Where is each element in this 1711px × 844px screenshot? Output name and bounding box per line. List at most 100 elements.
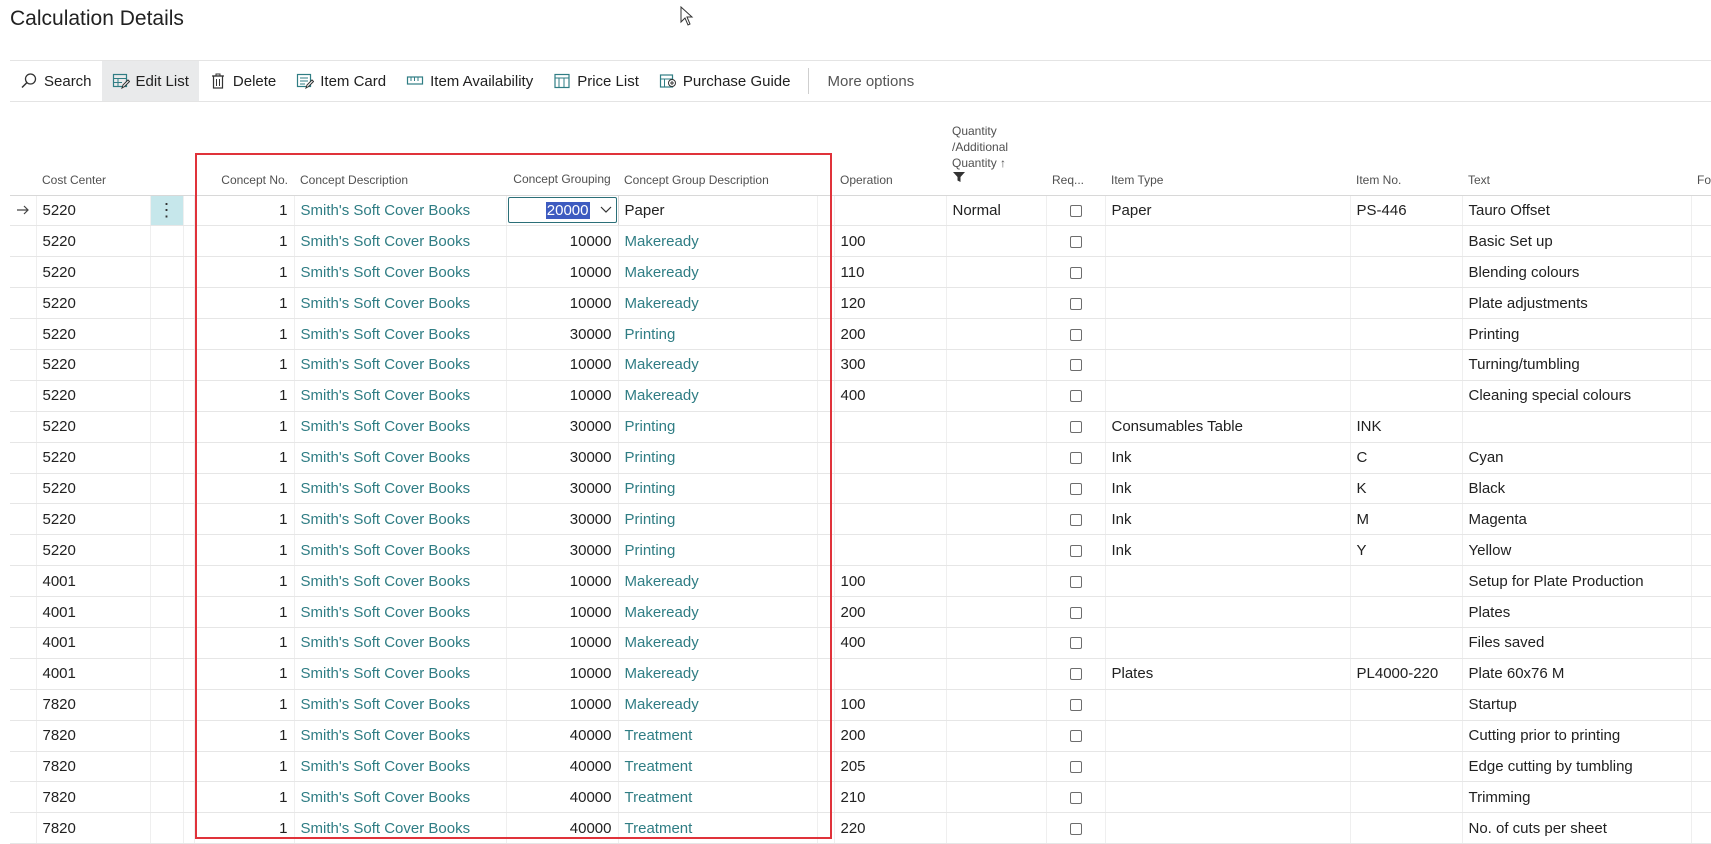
concept-group-description-cell[interactable]: Treatment xyxy=(618,720,818,752)
text-cell[interactable]: Cyan xyxy=(1462,442,1692,474)
concept-grouping-cell[interactable]: 40000 xyxy=(506,720,619,752)
concept-description-cell[interactable]: Smith's Soft Cover Books xyxy=(294,781,507,814)
req-checkbox[interactable] xyxy=(1069,266,1082,279)
item-type-cell[interactable]: Ink xyxy=(1105,442,1351,474)
concept-grouping-cell[interactable]: 30000 xyxy=(506,411,619,443)
text-cell[interactable]: Startup xyxy=(1462,689,1692,721)
concept-description-cell[interactable]: Smith's Soft Cover Books xyxy=(294,596,507,628)
concept-grouping-cell[interactable]: 40000 xyxy=(506,781,619,814)
quantity-cell[interactable] xyxy=(946,565,1047,598)
cost-center-cell[interactable]: 7820 xyxy=(36,812,151,844)
item-no-cell[interactable] xyxy=(1350,565,1463,598)
cost-center-cell[interactable]: 5220 xyxy=(36,534,151,567)
item-no-cell[interactable] xyxy=(1350,380,1463,412)
concept-grouping-cell[interactable]: 10000 xyxy=(506,225,619,258)
req-checkbox[interactable] xyxy=(1069,761,1082,773)
operation-cell[interactable] xyxy=(834,658,947,690)
item-type-cell[interactable] xyxy=(1105,689,1351,721)
operation-cell[interactable] xyxy=(834,442,947,474)
quantity-cell[interactable] xyxy=(946,627,1047,659)
concept-grouping-cell[interactable]: 10000 xyxy=(506,349,619,381)
operation-cell[interactable]: 200 xyxy=(834,720,947,752)
concept-grouping-cell[interactable]: 10000 xyxy=(506,689,619,721)
req-cell[interactable] xyxy=(1046,781,1106,814)
concept-grouping-cell[interactable]: 10000 xyxy=(506,565,619,598)
concept-no-cell[interactable]: 1 xyxy=(194,596,295,628)
quantity-cell[interactable] xyxy=(946,503,1047,536)
item-no-cell[interactable]: PL4000-220 xyxy=(1350,658,1463,690)
req-cell[interactable] xyxy=(1046,596,1106,628)
quantity-cell[interactable] xyxy=(946,689,1047,721)
concept-description-cell[interactable]: Smith's Soft Cover Books xyxy=(294,658,507,690)
column-header-quantity[interactable]: Quantity /Additional Quantity ↑ xyxy=(946,110,1046,196)
req-cell[interactable] xyxy=(1046,225,1106,258)
concept-group-description-cell[interactable]: Makeready xyxy=(618,225,818,258)
concept-grouping-cell[interactable]: 20000 xyxy=(506,195,619,227)
text-cell[interactable]: Magenta xyxy=(1462,503,1692,536)
operation-cell[interactable]: 120 xyxy=(834,287,947,320)
concept-no-cell[interactable]: 1 xyxy=(194,256,295,289)
operation-cell[interactable]: 400 xyxy=(834,380,947,412)
req-cell[interactable] xyxy=(1046,658,1106,690)
concept-group-description-cell[interactable]: Paper xyxy=(618,195,818,227)
table-row[interactable]: 5220 1 Smith's Soft Cover Books 10000 Makere… xyxy=(10,380,1711,412)
column-header-concept-description[interactable]: Concept Description xyxy=(294,110,506,196)
quantity-cell[interactable] xyxy=(946,473,1047,505)
quantity-cell[interactable] xyxy=(946,411,1047,443)
more-vertical-icon[interactable]: ⋮ xyxy=(158,200,176,220)
req-checkbox[interactable] xyxy=(1069,637,1082,650)
text-cell[interactable]: Black xyxy=(1462,473,1692,505)
operation-cell[interactable] xyxy=(834,473,947,505)
operation-cell[interactable] xyxy=(834,503,947,536)
item-type-cell[interactable] xyxy=(1105,256,1351,289)
operation-cell[interactable]: 110 xyxy=(834,256,947,289)
text-cell[interactable] xyxy=(1462,411,1692,443)
item-type-cell[interactable] xyxy=(1105,287,1351,320)
table-row[interactable]: 5220 1 Smith's Soft Cover Books 10000 Makere… xyxy=(10,349,1711,381)
concept-group-description-cell[interactable]: Printing xyxy=(618,318,818,350)
req-checkbox[interactable] xyxy=(1069,482,1082,495)
row-menu-cell[interactable]: ⋮ xyxy=(150,195,184,227)
concept-description-cell[interactable]: Smith's Soft Cover Books xyxy=(294,380,507,412)
concept-no-cell[interactable]: 1 xyxy=(194,442,295,474)
cost-center-cell[interactable]: 5220 xyxy=(36,411,151,443)
cost-center-cell[interactable]: 5220 xyxy=(36,195,151,227)
table-row[interactable]: 7820 1 Smith's Soft Cover Books 40000 Treatm… xyxy=(10,781,1711,814)
concept-grouping-cell[interactable]: 30000 xyxy=(506,318,619,350)
req-cell[interactable] xyxy=(1046,689,1106,721)
concept-no-cell[interactable]: 1 xyxy=(194,287,295,320)
item-no-cell[interactable] xyxy=(1350,349,1463,381)
req-checkbox[interactable] xyxy=(1069,699,1082,712)
concept-description-cell[interactable]: Smith's Soft Cover Books xyxy=(294,442,507,474)
text-cell[interactable]: Printing xyxy=(1462,318,1692,350)
item-no-cell[interactable]: K xyxy=(1350,473,1463,505)
operation-cell[interactable]: 400 xyxy=(834,627,947,659)
concept-grouping-cell[interactable]: 10000 xyxy=(506,627,619,659)
quantity-cell[interactable] xyxy=(946,380,1047,412)
text-cell[interactable]: Cleaning special colours xyxy=(1462,380,1692,412)
req-cell[interactable] xyxy=(1046,565,1106,598)
text-cell[interactable]: Setup for Plate Production xyxy=(1462,565,1692,598)
concept-grouping-cell[interactable]: 30000 xyxy=(506,473,619,505)
concept-grouping-select[interactable]: 20000 xyxy=(507,197,617,224)
cost-center-cell[interactable]: 5220 xyxy=(36,287,151,320)
text-cell[interactable]: Files saved xyxy=(1462,627,1692,659)
quantity-cell[interactable] xyxy=(946,287,1047,320)
column-header-next[interactable]: Fo xyxy=(1691,110,1711,196)
quantity-cell[interactable] xyxy=(946,318,1047,350)
concept-no-cell[interactable]: 1 xyxy=(194,534,295,567)
item-type-cell[interactable] xyxy=(1105,751,1351,783)
operation-cell[interactable]: 205 xyxy=(834,751,947,783)
table-row[interactable]: 7820 1 Smith's Soft Cover Books 40000 Treatm… xyxy=(10,751,1711,783)
concept-group-description-cell[interactable]: Printing xyxy=(618,411,818,443)
item-no-cell[interactable] xyxy=(1350,627,1463,659)
cost-center-cell[interactable]: 5220 xyxy=(36,473,151,505)
cost-center-cell[interactable]: 7820 xyxy=(36,781,151,814)
table-row[interactable]: 5220 1 Smith's Soft Cover Books 30000 Printi… xyxy=(10,534,1711,567)
item-type-cell[interactable] xyxy=(1105,627,1351,659)
table-row[interactable]: 4001 1 Smith's Soft Cover Books 10000 Makere… xyxy=(10,596,1711,628)
concept-no-cell[interactable]: 1 xyxy=(194,225,295,258)
cost-center-cell[interactable]: 5220 xyxy=(36,349,151,381)
operation-cell[interactable]: 300 xyxy=(834,349,947,381)
req-checkbox[interactable] xyxy=(1069,204,1082,217)
